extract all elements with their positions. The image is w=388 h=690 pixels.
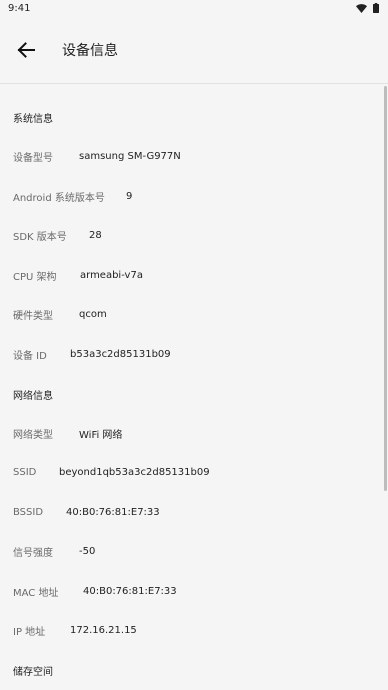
info-value: 28 [89, 229, 102, 241]
info-value: b53a3c2d85131b09 [70, 348, 171, 360]
device-info-list[interactable]: 系统信息 设备型号 samsung SM-G977N Android 系统版本号… [0, 85, 388, 690]
info-label: 设备 ID [13, 350, 47, 362]
info-label: IP 地址 [13, 626, 46, 638]
wifi-icon [356, 3, 367, 13]
info-row-hardware: 硬件类型 qcom [13, 304, 107, 324]
section-network-title: 网络信息 [13, 390, 53, 402]
info-label: SDK 版本号 [13, 231, 67, 243]
info-row-device-model: 设备型号 samsung SM-G977N [13, 146, 181, 166]
info-row-ssid: SSID beyond1qb53a3c2d85131b09 [13, 462, 210, 482]
section-system-title: 系统信息 [13, 113, 53, 125]
status-icons [356, 3, 379, 13]
info-value: qcom [79, 308, 107, 320]
info-row-android-version: Android 系统版本号 9 [13, 186, 132, 206]
info-row-cpu-arch: CPU 架构 armeabi-v7a [13, 265, 143, 285]
info-row-ip-address: IP 地址 172.16.21.15 [13, 620, 137, 640]
info-label: MAC 地址 [13, 587, 59, 599]
app-bar: 设备信息 [0, 16, 388, 84]
info-label: CPU 架构 [13, 271, 57, 283]
info-label: 硬件类型 [13, 310, 53, 322]
info-row-sdk-version: SDK 版本号 28 [13, 225, 102, 245]
info-label: 设备型号 [13, 152, 53, 164]
info-label: BSSID [13, 506, 44, 518]
info-label: Android 系统版本号 [13, 192, 105, 204]
battery-icon [373, 3, 379, 13]
page-title: 设备信息 [62, 42, 118, 59]
info-label: 网络类型 [13, 429, 53, 441]
back-button[interactable] [2, 26, 50, 74]
info-value: 40:B0:76:81:E7:33 [66, 506, 160, 518]
info-row-device-id: 设备 ID b53a3c2d85131b09 [13, 344, 171, 364]
info-value: 40:B0:76:81:E7:33 [83, 585, 177, 597]
info-value: WiFi 网络 [79, 429, 123, 441]
info-row-network-type: 网络类型 WiFi 网络 [13, 423, 122, 443]
info-row-signal-strength: 信号强度 -50 [13, 541, 95, 561]
status-time: 9:41 [8, 2, 31, 14]
info-label: 信号强度 [13, 547, 53, 559]
info-label: SSID [13, 466, 37, 478]
info-row-mac-address: MAC 地址 40:B0:76:81:E7:33 [13, 581, 177, 601]
info-value: -50 [79, 545, 96, 557]
arrow-left-icon [17, 41, 35, 58]
info-value: beyond1qb53a3c2d85131b09 [59, 466, 210, 478]
info-value: armeabi-v7a [80, 269, 143, 281]
section-storage-title: 储存空间 [13, 666, 53, 678]
status-bar: 9:41 [0, 0, 388, 16]
info-value: 9 [126, 190, 133, 202]
info-value: samsung SM-G977N [79, 150, 181, 162]
info-value: 172.16.21.15 [70, 624, 137, 636]
info-row-bssid: BSSID 40:B0:76:81:E7:33 [13, 502, 160, 522]
